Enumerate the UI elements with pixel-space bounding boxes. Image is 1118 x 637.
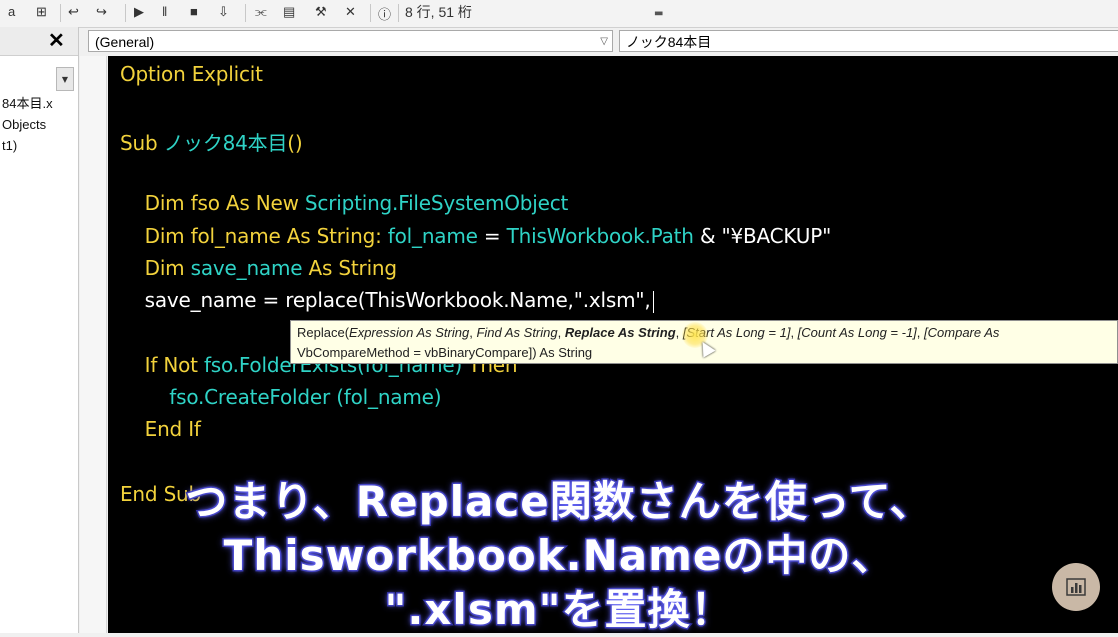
toolbar-icon[interactable]: ‖ [162, 4, 167, 19]
object-combobox[interactable]: (General) ▽ [88, 30, 613, 52]
toolbar-icon[interactable]: ■ [190, 4, 198, 19]
code-token: save_name [190, 255, 303, 280]
toolbar-separator [245, 4, 246, 22]
toolbar-icon[interactable]: ⓘ [378, 4, 391, 23]
project-explorer-header: ✕ [0, 27, 78, 56]
code-token: save_name = replace(ThisWorkbook.Name,".… [120, 288, 651, 313]
code-line[interactable]: End If [120, 417, 201, 441]
procedure-combobox-value: ノック84本目 [626, 34, 712, 50]
toolbar-icon[interactable]: ⫘ [255, 4, 267, 20]
procedure-combobox[interactable]: ノック84本目 [619, 30, 1118, 52]
tooltip-function-name: Replace( [297, 325, 350, 340]
code-token: Sub [120, 130, 164, 155]
tooltip-param: [Compare As [924, 325, 1000, 340]
code-token: (fol_name) [336, 385, 442, 409]
code-token: End If [120, 417, 201, 442]
toolbar-icon[interactable]: ↪ [96, 4, 107, 20]
toolbar-icon[interactable]: ⊞ [36, 4, 47, 20]
code-token: As String [302, 255, 398, 280]
tree-item[interactable]: Objects [0, 114, 70, 135]
code-line[interactable]: Dim fol_name As String: fol_name = ThisW… [120, 223, 832, 248]
toolbar-icon[interactable]: ⚒ [315, 4, 327, 20]
code-token: fso.CreateFolder [120, 385, 337, 409]
code-line[interactable]: Dim fso As New Scripting.FileSystemObjec… [120, 191, 569, 216]
chevron-down-icon[interactable]: ▽ [600, 31, 608, 53]
scroll-down-icon[interactable]: ▼ [56, 67, 74, 91]
tree-item[interactable]: 84本目.x [0, 93, 70, 114]
code-token: & "¥BACKUP" [693, 223, 832, 248]
code-token: Dim fol_name As String: [120, 223, 388, 248]
code-line[interactable]: Option Explicit [120, 62, 263, 86]
tooltip-param: Find As String [476, 325, 558, 340]
bar-chart-icon[interactable] [1052, 563, 1100, 611]
toolbar-icon[interactable]: ↩ [68, 4, 79, 20]
code-token: () [287, 130, 303, 155]
toolbar-icon[interactable]: ▶ [134, 4, 144, 20]
code-line[interactable]: Sub ノック84本目() [120, 127, 303, 156]
code-token: ノック84本目 [163, 130, 288, 155]
subtitle-line-3: ".xlsm"を置換！ [383, 584, 734, 636]
tooltip-param: [Count As Long = -1] [797, 325, 917, 340]
toolbar-separator [60, 4, 61, 22]
toolbar: a ⊞ ↩ ↪ ▶ ‖ ■ ⇩ ⫘ ▤ ⚒ ✕ ⓘ [0, 0, 1118, 28]
code-line[interactable]: fso.CreateFolder (fol_name) [120, 385, 441, 409]
code-token: Option Explicit [120, 62, 263, 86]
code-line[interactable]: save_name = replace(ThisWorkbook.Name,".… [120, 288, 654, 313]
code-token: ThisWorkbook.Path [506, 223, 694, 248]
toolbar-separator [398, 4, 399, 22]
object-combobox-value: (General) [95, 34, 155, 50]
toolbar-icon[interactable]: ✕ [345, 4, 356, 20]
cursor-position-status: 8 行, 51 桁 [405, 4, 472, 20]
code-token: = [477, 223, 507, 248]
code-token: Scripting.FileSystemObject [304, 191, 569, 216]
code-line[interactable]: Dim save_name As String [120, 256, 397, 280]
subtitle-line-2: Thisworkbook.Nameの中の、 [222, 530, 895, 582]
bar-chart-glyph [1066, 578, 1086, 596]
project-tree: 84本目.x Objects t1) [0, 93, 70, 156]
toolbar-separator [125, 4, 126, 22]
subtitle-line-1: つまり、Replace関数さんを使って、 [184, 476, 933, 528]
tooltip-param: Expression As String [349, 325, 470, 340]
toolbar-icon[interactable]: ▤ [283, 4, 295, 20]
code-token: Dim [120, 255, 191, 280]
toolbar-grip-icon[interactable]: ▬ [654, 8, 666, 24]
tooltip-return-type: VbCompareMethod = vbBinaryCompare]) As S… [297, 345, 593, 360]
toolbar-icon[interactable]: a [8, 4, 15, 19]
text-caret [652, 290, 654, 313]
code-token: fol_name [387, 223, 478, 248]
close-icon[interactable]: ✕ [48, 28, 65, 53]
code-token: Dim fso As New [120, 191, 305, 216]
tree-item[interactable]: t1) [0, 135, 70, 156]
toolbar-icon[interactable]: ⇩ [218, 4, 229, 20]
tooltip-param-current: Replace As String [564, 325, 676, 340]
toolbar-separator [370, 4, 371, 22]
code-token: If Not [120, 352, 204, 377]
